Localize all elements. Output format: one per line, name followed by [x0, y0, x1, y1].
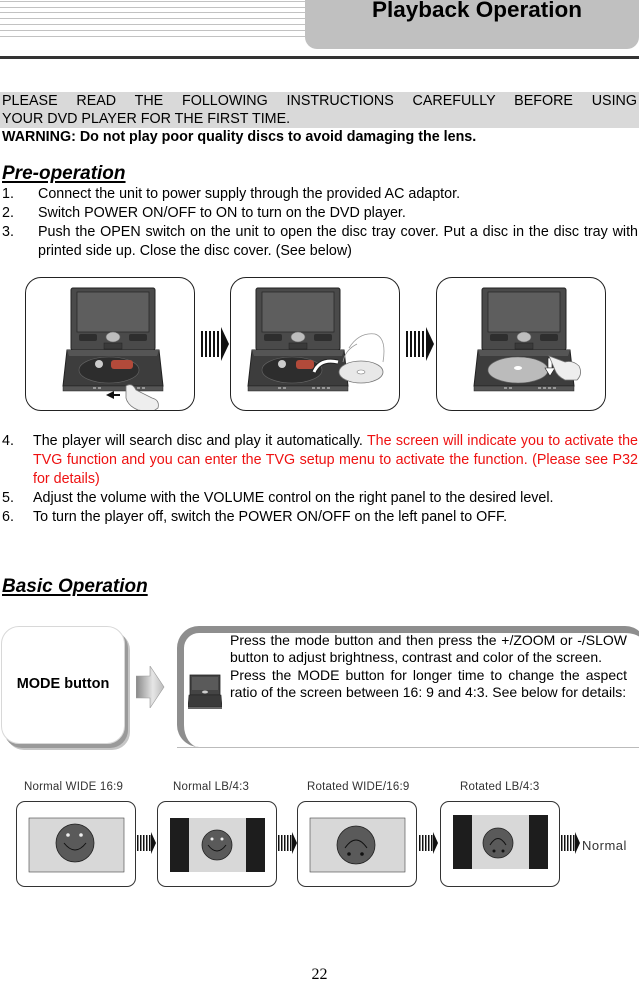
list-item: 6. To turn the player off, switch the PO… — [0, 508, 639, 527]
illustration-insert-disc — [230, 277, 400, 411]
dvd-player-close-cover-icon — [473, 287, 581, 392]
step-text: Switch POWER ON/OFF to ON to turn on the… — [38, 205, 406, 221]
aspect-mode-label: Rotated WIDE/16:9 — [307, 781, 410, 793]
step-text: Push the OPEN switch on the unit to open… — [38, 224, 638, 259]
pre-operation-steps: 1. Connect the unit to power supply thro… — [0, 185, 639, 261]
aspect-mode-panel — [16, 801, 136, 887]
step-text: Adjust the volume with the VOLUME contro… — [33, 490, 554, 506]
next-step-arrow-icon — [406, 327, 434, 361]
pre-operation-steps-continued: 4. The player will search disc and play … — [0, 432, 639, 527]
smiley-letterbox-icon — [170, 818, 265, 872]
aspect-mode-label: Normal LB/4:3 — [173, 781, 250, 793]
header-divider — [0, 56, 639, 59]
notice-banner: PLEASE READ THE FOLLOWING INSTRUCTIONS C… — [0, 92, 639, 128]
mode-description: Press the mode button and then press the… — [230, 632, 627, 701]
list-item: 3. Push the OPEN switch on the unit to o… — [0, 223, 639, 261]
mode-description-paragraph: Press the mode button and then press the… — [230, 632, 627, 666]
aspect-mode-label: Rotated LB/4:3 — [460, 781, 540, 793]
step-text-plain: The player will search disc and play it … — [33, 433, 367, 449]
step-text: Connect the unit to power supply through… — [38, 186, 461, 202]
warning-text: WARNING: Do not play poor quality discs … — [2, 129, 477, 145]
dvd-player-open-switch-icon — [62, 287, 164, 410]
illustration-open-cover — [25, 277, 195, 411]
mode-description-paragraph: Press the MODE button for longer time to… — [230, 666, 627, 700]
step-number: 5. — [2, 490, 14, 506]
step-text: The player will search disc and play it … — [33, 432, 638, 489]
step-number: 2. — [2, 205, 14, 221]
next-step-arrow-icon — [201, 327, 229, 361]
header-decoration-stripes — [0, 0, 310, 40]
notice-line-2: YOUR DVD PLAYER FOR THE FIRST TIME. — [2, 111, 291, 127]
smiley-wide-icon — [28, 817, 125, 873]
header-tab: Playback Operation — [305, 0, 639, 49]
aspect-mode-label: Normal WIDE 16:9 — [24, 781, 124, 793]
step-number: 3. — [2, 224, 14, 240]
mode-button-box: MODE button — [1, 626, 125, 744]
pre-operation-heading: Pre-operation — [2, 163, 126, 184]
next-mode-arrow-icon — [137, 832, 156, 854]
dvd-player-icon — [188, 674, 222, 709]
list-item: 5. Adjust the volume with the VOLUME con… — [0, 489, 639, 508]
aspect-mode-panel — [297, 801, 417, 887]
aspect-mode-panel — [440, 801, 560, 887]
mode-button-label: MODE button — [16, 676, 110, 692]
step-number: 6. — [2, 509, 14, 525]
list-item: 4. The player will search disc and play … — [0, 432, 639, 489]
cycle-end-label: Normal — [582, 838, 627, 853]
page-number: 22 — [311, 966, 328, 982]
step-number: 1. — [2, 186, 14, 202]
list-item: 1. Connect the unit to power supply thro… — [0, 185, 639, 204]
dvd-player-insert-disc-icon — [247, 287, 385, 392]
aspect-mode-panel — [157, 801, 277, 887]
illustration-close-cover — [436, 277, 606, 411]
arrow-right-icon — [136, 666, 165, 708]
smiley-rotated-wide-icon — [309, 817, 406, 873]
smiley-rotated-letterbox-icon — [453, 815, 548, 869]
page-title: Playback Operation — [371, 0, 583, 22]
next-mode-arrow-icon — [278, 832, 297, 854]
next-mode-arrow-icon — [561, 832, 580, 854]
basic-operation-heading: Basic Operation — [2, 576, 148, 597]
list-item: 2. Switch POWER ON/OFF to ON to turn on … — [0, 204, 639, 223]
step-number: 4. — [2, 433, 14, 449]
next-mode-arrow-icon — [419, 832, 438, 854]
notice-line-1: PLEASE READ THE FOLLOWING INSTRUCTIONS C… — [2, 93, 637, 109]
step-text: To turn the player off, switch the POWER… — [33, 509, 508, 525]
